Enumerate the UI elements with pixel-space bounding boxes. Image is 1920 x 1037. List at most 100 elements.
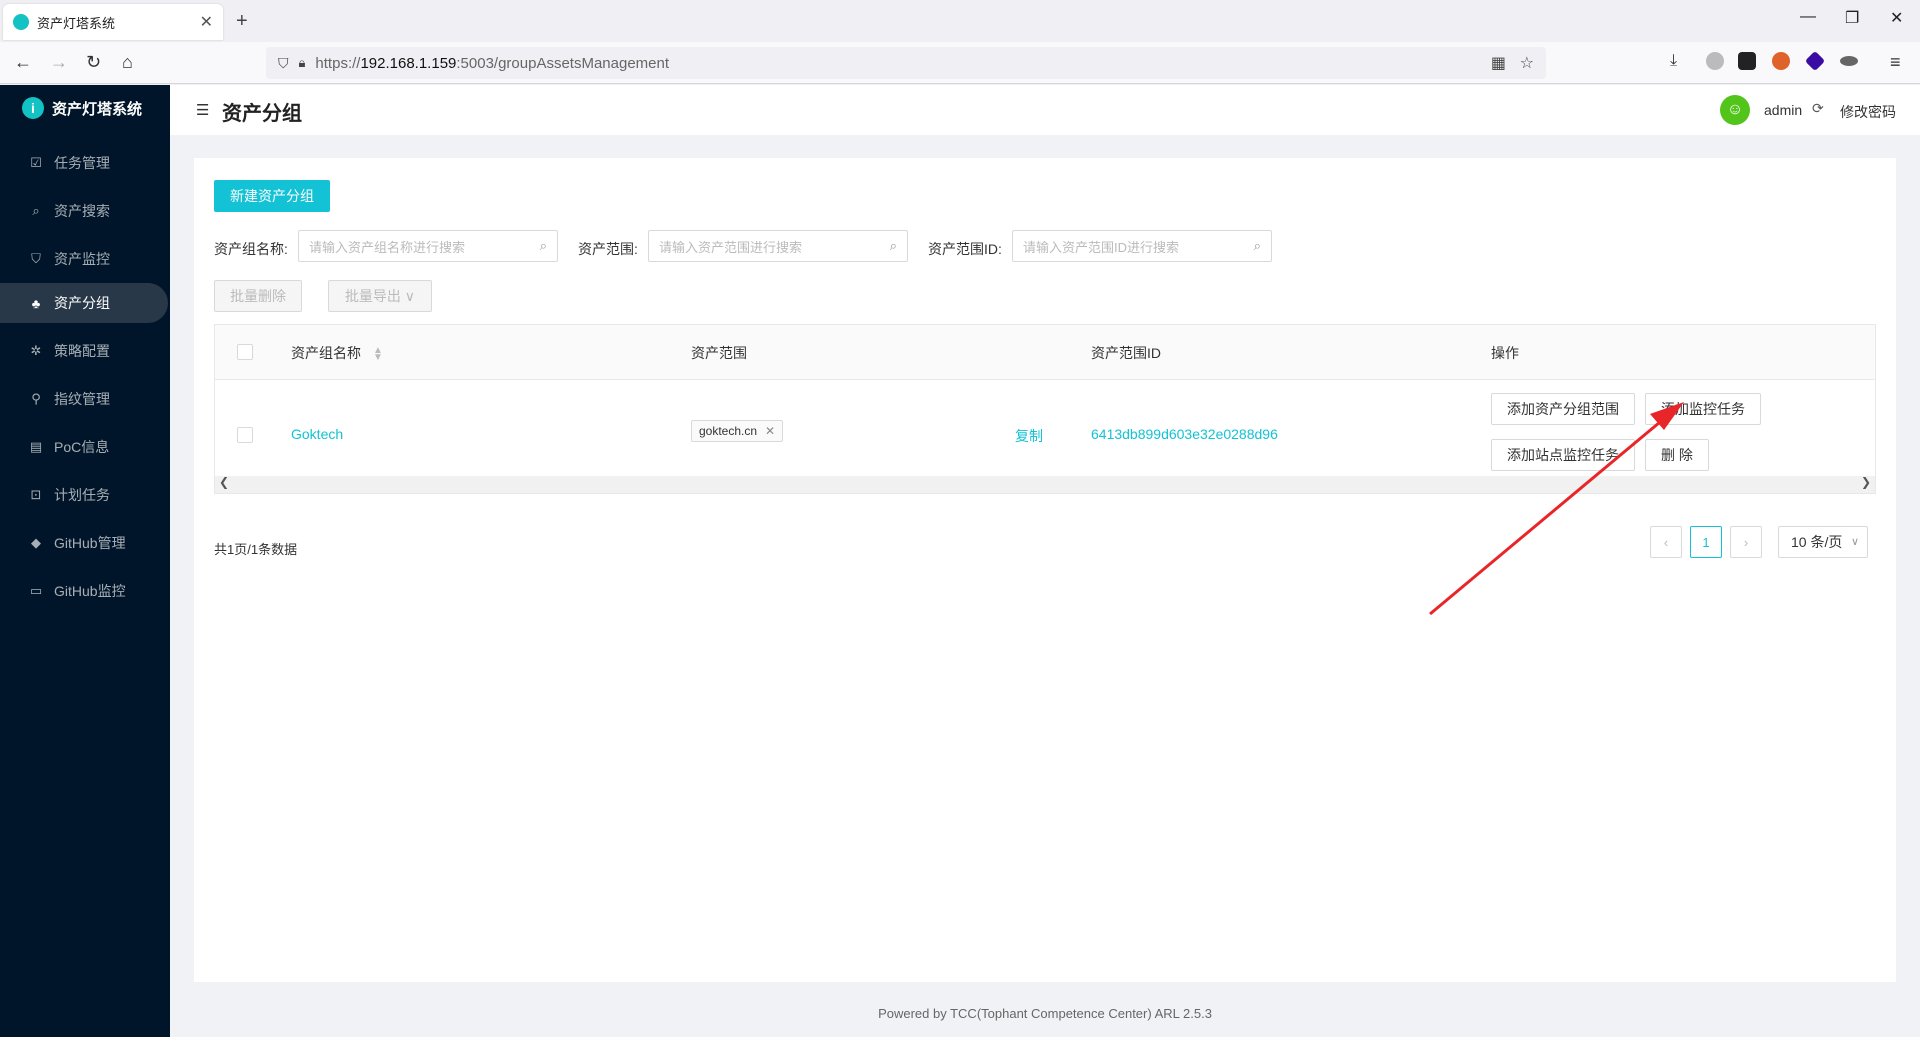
add-monitor-task-button[interactable]: 添加监控任务 xyxy=(1645,393,1761,425)
content-card: 新建资产分组 资产组名称: 请输入资产组名称进行搜索 ⌕ 资产范围: 请输入资产… xyxy=(194,158,1896,982)
sidebar-item-label: 计划任务 xyxy=(54,487,110,503)
poc-icon: ▤ xyxy=(29,439,43,454)
sort-icon[interactable]: ▲ ▼ xyxy=(373,346,383,363)
policy-icon: ✲ xyxy=(30,343,42,358)
browser-tab[interactable]: 资产灯塔系统 ✕ xyxy=(3,4,223,40)
delete-button[interactable]: 删 除 xyxy=(1645,439,1709,471)
horizontal-scrollbar[interactable]: ❮ ❯ xyxy=(215,475,1875,493)
table-header: 资产组名称 ▲ ▼ 资产范围 资产范围ID 操作 xyxy=(215,325,1875,380)
search-placeholder: 请输入资产范围ID进行搜索 xyxy=(1023,239,1180,255)
page-title: 资产分组 xyxy=(222,103,302,125)
monitor-icon: ⛉ xyxy=(31,251,41,266)
scope-id-link[interactable]: 6413db899d603e32e0288d96 xyxy=(1091,426,1278,442)
new-group-button[interactable]: 新建资产分组 xyxy=(214,180,330,212)
filter-scope-label: 资产范围: xyxy=(578,241,638,257)
tag-close-icon[interactable]: ✕ xyxy=(765,424,775,438)
scope-tag-label: goktech.cn xyxy=(699,424,758,438)
column-header-name[interactable]: 资产组名称 ▲ ▼ xyxy=(291,343,383,363)
group-name-link[interactable]: Goktech xyxy=(291,426,343,442)
group-name-search-input[interactable]: 请输入资产组名称进行搜索 ⌕ xyxy=(298,230,558,262)
footer: Powered by TCC(Tophant Competence Center… xyxy=(878,1006,1212,1021)
lock-icon: 🔒︎ xyxy=(298,55,306,70)
search-icon[interactable]: ⌕ xyxy=(890,238,897,254)
sidebar-item-label: 资产分组 xyxy=(54,295,110,311)
column-header-label: 资产组名称 xyxy=(291,345,361,361)
github-icon: ◆ xyxy=(31,535,41,550)
logout-icon[interactable]: ⟳ xyxy=(1812,100,1824,117)
sidebar-item-github-monitor[interactable]: ▭ GitHub监控 xyxy=(0,571,170,611)
pagination-total: 共1页/1条数据 xyxy=(214,542,298,557)
user-avatar-icon[interactable]: ☺ xyxy=(1720,95,1750,125)
sidebar-item-asset-group[interactable]: ♣ 资产分组 xyxy=(0,283,168,323)
extension-icon[interactable] xyxy=(1738,52,1756,70)
sidebar-item-policy-config[interactable]: ✲ 策略配置 xyxy=(0,331,170,371)
qr-code-icon[interactable]: ▦ xyxy=(1491,53,1506,73)
home-icon[interactable]: ⌂ xyxy=(122,52,133,73)
sidebar-item-fingerprint[interactable]: ⚲ 指纹管理 xyxy=(0,379,170,419)
menu-fold-icon[interactable]: ☰ xyxy=(196,101,209,119)
schedule-icon: ⊡ xyxy=(30,487,42,502)
tab-close-icon[interactable]: ✕ xyxy=(200,12,213,32)
search-icon[interactable]: ⌕ xyxy=(540,238,547,254)
browser-navbar: ← → ↻ ⌂ ⛉ 🔒︎ https://192.168.1.159:5003/… xyxy=(0,42,1920,84)
extension-icon[interactable] xyxy=(1840,56,1858,66)
next-page-button[interactable]: › xyxy=(1730,526,1762,558)
sidebar-item-label: 任务管理 xyxy=(54,155,110,171)
column-header-scope-id: 资产范围ID xyxy=(1091,345,1161,361)
add-site-monitor-task-button[interactable]: 添加站点监控任务 xyxy=(1491,439,1635,471)
window-close-icon[interactable]: ✕ xyxy=(1890,8,1903,28)
app-logo[interactable]: i 资产灯塔系统 xyxy=(22,97,142,119)
scroll-right-icon[interactable]: ❯ xyxy=(1861,475,1871,489)
select-all-checkbox[interactable] xyxy=(237,344,253,360)
logo-text: 资产灯塔系统 xyxy=(52,100,143,118)
fingerprint-icon: ⚲ xyxy=(31,391,41,406)
url-host: 192.168.1.159 xyxy=(360,54,457,72)
group-icon: ♣ xyxy=(31,295,41,311)
search-icon[interactable]: ⌕ xyxy=(1254,238,1261,254)
scroll-left-icon[interactable]: ❮ xyxy=(219,475,229,489)
column-header-actions: 操作 xyxy=(1491,345,1519,361)
filter-name-label: 资产组名称: xyxy=(214,241,288,257)
sidebar-item-poc[interactable]: ▤ PoC信息 xyxy=(0,427,170,467)
forward-icon[interactable]: → xyxy=(50,52,68,73)
sidebar-item-schedule[interactable]: ⊡ 计划任务 xyxy=(0,475,170,515)
sidebar-item-asset-search[interactable]: ⌕ 资产搜索 xyxy=(0,191,170,231)
change-password-link[interactable]: 修改密码 xyxy=(1840,102,1896,122)
site-favicon-icon xyxy=(13,14,29,30)
back-icon[interactable]: ← xyxy=(14,52,32,73)
url-bar[interactable]: ⛉ 🔒︎ https://192.168.1.159:5003/groupAss… xyxy=(266,47,1546,79)
sidebar-item-label: GitHub管理 xyxy=(54,535,126,551)
row-checkbox[interactable] xyxy=(237,427,253,443)
browser-menu-icon[interactable]: ≡ xyxy=(1890,52,1901,73)
batch-export-button[interactable]: 批量导出 ∨ xyxy=(328,280,432,312)
extension-icon[interactable] xyxy=(1804,50,1826,72)
sidebar-item-label: 策略配置 xyxy=(54,343,110,359)
search-icon: ⌕ xyxy=(32,203,40,218)
download-icon[interactable]: ⤓ xyxy=(1670,52,1677,70)
batch-delete-button[interactable]: 批量删除 xyxy=(214,280,302,312)
username[interactable]: admin xyxy=(1764,102,1802,118)
copy-link[interactable]: 复制 xyxy=(1015,426,1043,446)
bookmark-star-icon[interactable]: ☆ xyxy=(1520,53,1534,73)
scope-id-search-input[interactable]: 请输入资产范围ID进行搜索 ⌕ xyxy=(1012,230,1272,262)
page-size-select[interactable]: 10 条/页 ∨ xyxy=(1778,526,1868,558)
new-tab-button[interactable]: + xyxy=(236,10,248,33)
filter-scope-id-label: 资产范围ID: xyxy=(928,241,1002,257)
sidebar-item-asset-monitor[interactable]: ⛉ 资产监控 xyxy=(0,239,170,279)
restore-icon[interactable]: ❐ xyxy=(1845,8,1859,28)
extension-icon[interactable] xyxy=(1706,52,1724,70)
page-1-button[interactable]: 1 xyxy=(1690,526,1722,558)
task-icon: ☑ xyxy=(30,155,42,170)
extension-icon[interactable] xyxy=(1772,52,1790,70)
prev-page-button[interactable]: ‹ xyxy=(1650,526,1682,558)
reload-icon[interactable]: ↻ xyxy=(86,52,101,73)
add-group-scope-button[interactable]: 添加资产分组范围 xyxy=(1491,393,1635,425)
sidebar-item-task-management[interactable]: ☑ 任务管理 xyxy=(0,143,170,183)
sidebar-item-label: GitHub监控 xyxy=(54,583,126,599)
sidebar-item-github-management[interactable]: ◆ GitHub管理 xyxy=(0,523,170,563)
sidebar-item-label: 指纹管理 xyxy=(54,391,110,407)
scope-search-input[interactable]: 请输入资产范围进行搜索 ⌕ xyxy=(648,230,908,262)
search-placeholder: 请输入资产组名称进行搜索 xyxy=(309,239,466,255)
sidebar-item-label: 资产监控 xyxy=(54,251,110,267)
minimize-icon[interactable]: — xyxy=(1800,8,1816,26)
